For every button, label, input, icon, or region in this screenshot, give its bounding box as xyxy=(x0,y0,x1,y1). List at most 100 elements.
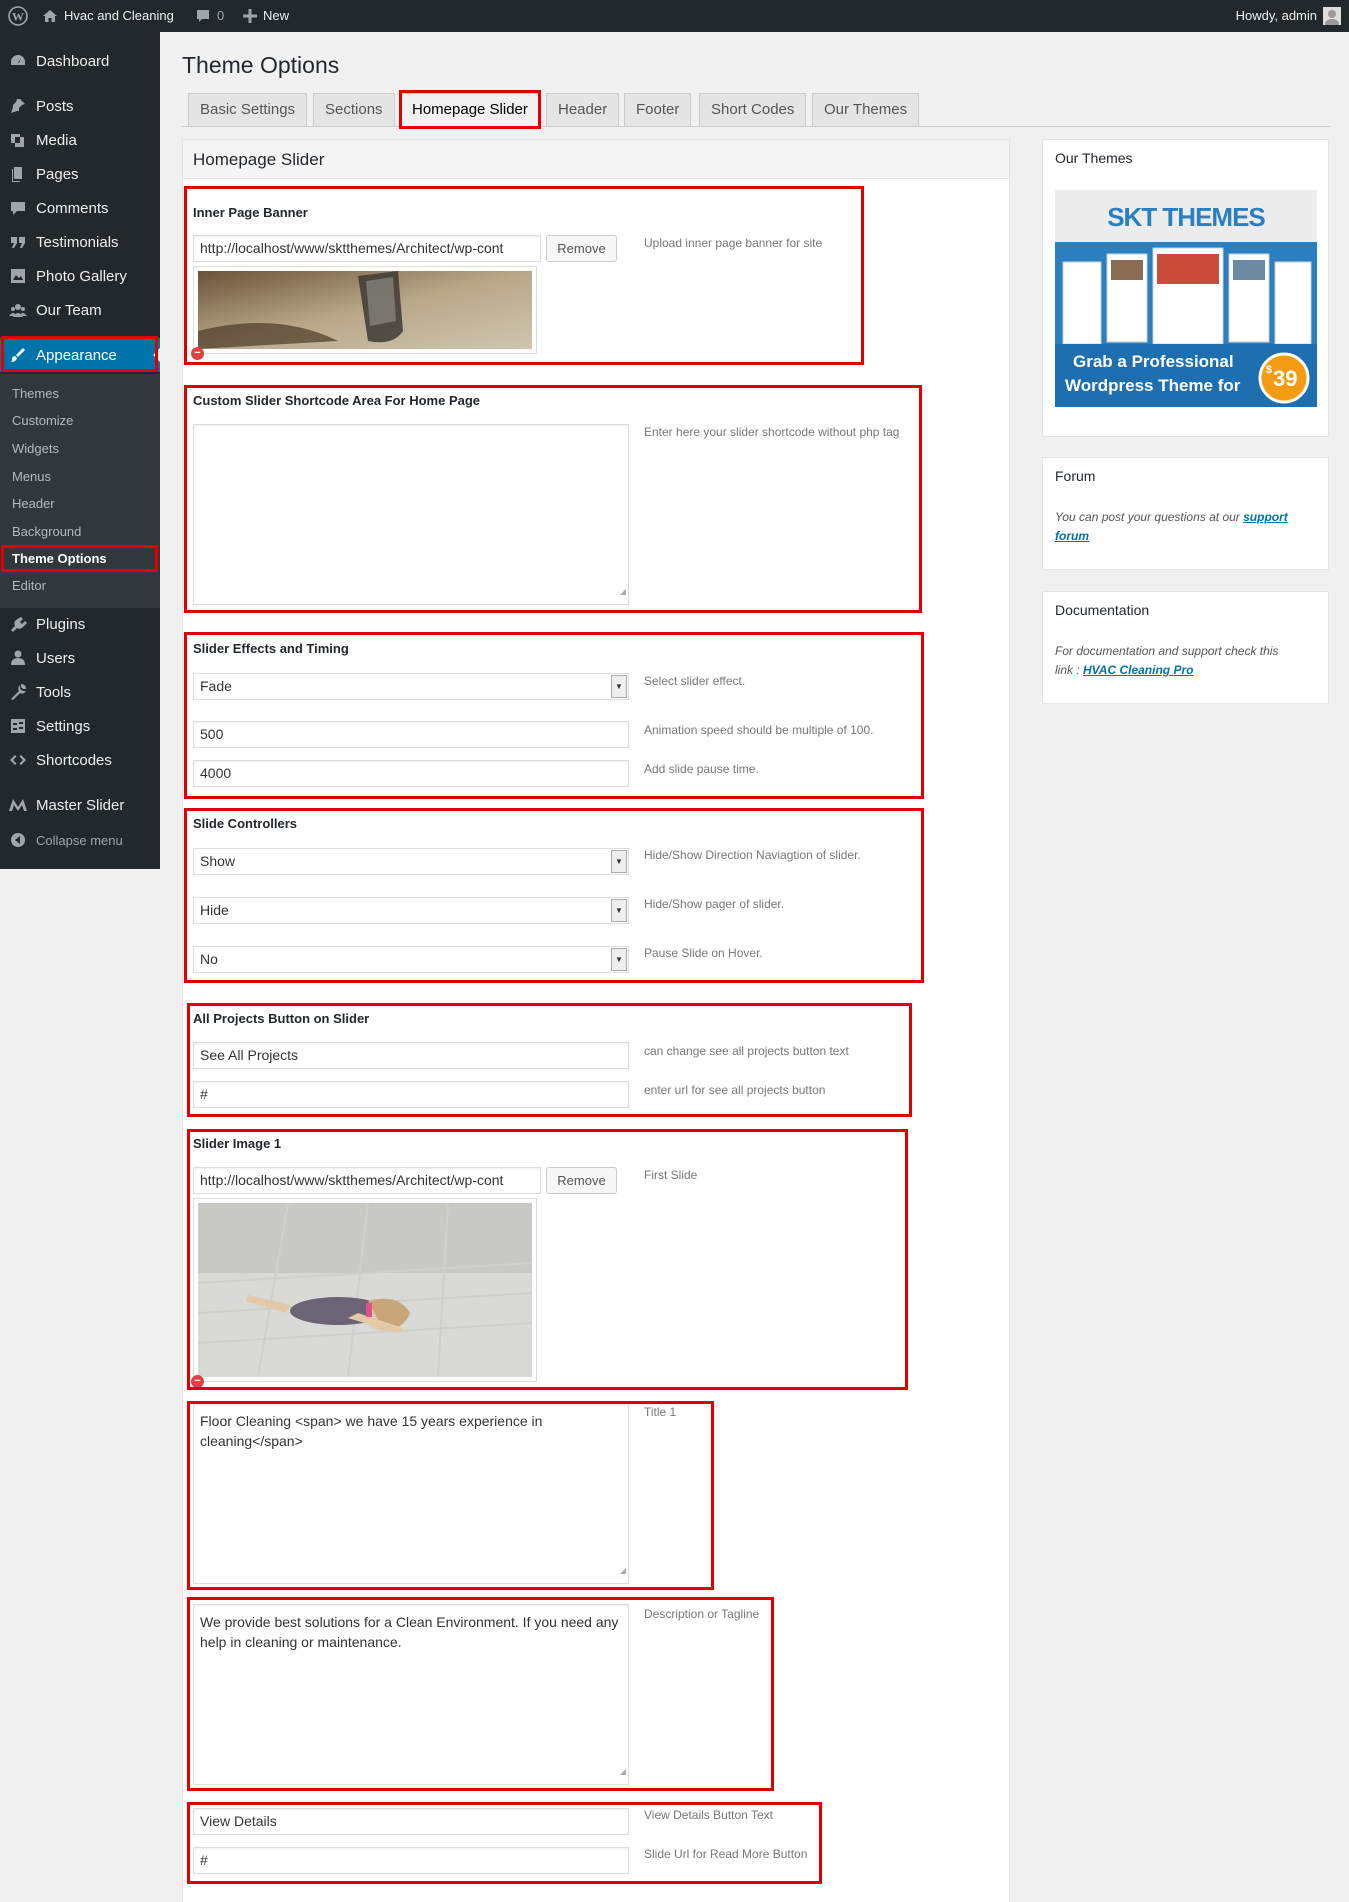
skt-themes-banner[interactable]: SKT THEMES Grab a Professional Wordpress… xyxy=(1055,190,1317,407)
sidebar-item-label: Photo Gallery xyxy=(36,267,127,285)
sidebar-item-pages[interactable]: Pages xyxy=(0,157,160,191)
direction-nav-select[interactable]: Show ▼ xyxy=(193,848,629,875)
custom-slider-textarea[interactable]: ◢ xyxy=(193,424,629,605)
animation-speed-input[interactable]: 500 xyxy=(193,721,629,748)
submenu-item-header[interactable]: Header xyxy=(12,496,55,511)
slide1-button-url-help: Slide Url for Read More Button xyxy=(644,1847,808,1861)
comment-icon xyxy=(197,10,209,22)
pause-time-input[interactable]: 4000 xyxy=(193,760,629,787)
sidebar-item-media[interactable]: Media xyxy=(0,123,160,157)
animation-speed-help: Animation speed should be multiple of 10… xyxy=(644,723,874,737)
inner-banner-url-input[interactable]: http://localhost/www/sktthemes/Architect… xyxy=(193,235,541,262)
comments-link[interactable]: 0 xyxy=(195,0,224,32)
submenu-item-theme-options[interactable]: Theme Options xyxy=(12,551,107,566)
dropdown-arrow-icon: ▼ xyxy=(611,675,627,698)
submenu-item-menus[interactable]: Menus xyxy=(12,469,51,484)
slider-effect-help: Select slider effect. xyxy=(644,674,746,688)
sidebar-item-label: Testimonials xyxy=(36,233,119,251)
sidebar-item-label: Posts xyxy=(36,97,74,115)
site-name-link[interactable]: Hvac and Cleaning xyxy=(42,0,174,32)
slider-effect-select[interactable]: Fade ▼ xyxy=(193,673,629,700)
submenu-item-editor[interactable]: Editor xyxy=(12,578,46,593)
sidebar-item-label: Pages xyxy=(36,165,79,183)
forum-text: You can post your questions at our suppo… xyxy=(1055,508,1317,546)
sidebar-item-label: Comments xyxy=(36,199,109,217)
sidebar-item-dashboard[interactable]: Dashboard xyxy=(0,44,160,78)
sidebar-item-testimonials[interactable]: Testimonials xyxy=(0,225,160,259)
current-arrow-icon xyxy=(153,348,160,362)
projects-text-input[interactable]: See All Projects xyxy=(193,1042,629,1069)
submenu-item-customize[interactable]: Customize xyxy=(12,413,73,428)
sidebar-item-plugins[interactable]: Plugins xyxy=(0,607,160,641)
admin-bar: W Hvac and Cleaning 0 New Howdy, admin xyxy=(0,0,1349,32)
master-slider-icon xyxy=(9,799,27,811)
sidebar-item-tools[interactable]: Tools xyxy=(0,675,160,709)
slide1-button-text-input[interactable]: View Details xyxy=(193,1808,629,1835)
site-name: Hvac and Cleaning xyxy=(64,8,174,23)
sidebar-item-users[interactable]: Users xyxy=(0,641,160,675)
sidebar-item-posts[interactable]: Posts xyxy=(0,89,160,123)
plus-icon xyxy=(243,9,257,23)
slide1-desc-help: Description or Tagline xyxy=(644,1607,760,1621)
home-icon xyxy=(43,10,57,22)
inner-banner-delete-icon[interactable]: − xyxy=(191,347,204,360)
forum-link[interactable]: forum xyxy=(1055,529,1089,543)
inner-banner-remove-button[interactable]: Remove xyxy=(546,235,617,262)
sidebar-item-master-slider[interactable]: Master Slider xyxy=(0,788,160,822)
slide1-url-input[interactable]: http://localhost/www/sktthemes/Architect… xyxy=(193,1167,541,1194)
dropdown-arrow-icon: ▼ xyxy=(611,850,627,873)
submenu-item-background[interactable]: Background xyxy=(12,524,81,539)
resize-grip-icon[interactable]: ◢ xyxy=(620,582,626,602)
documentation-text-line2: link : xyxy=(1055,663,1084,677)
svg-text:W: W xyxy=(12,10,24,24)
wrench-icon xyxy=(11,684,26,700)
slide1-title-textarea[interactable]: Floor Cleaning <span> we have 15 years e… xyxy=(193,1403,629,1584)
tab-sections[interactable]: Sections xyxy=(313,93,395,127)
section-title: Homepage Slider xyxy=(193,150,325,169)
dropdown-arrow-icon: ▼ xyxy=(611,899,627,922)
hvac-cleaning-pro-link[interactable]: HVAC Cleaning Pro xyxy=(1083,663,1193,677)
tab-basic-settings[interactable]: Basic Settings xyxy=(188,93,308,127)
sidebar-item-appearance[interactable]: Appearance xyxy=(0,338,160,372)
slider-effect-value: Fade xyxy=(200,678,232,694)
sidebar-item-our-team[interactable]: Our Team xyxy=(0,293,160,327)
media-icon xyxy=(11,134,24,147)
sidebar-item-comments[interactable]: Comments xyxy=(0,191,160,225)
inner-banner-help: Upload inner page banner for site xyxy=(644,236,823,250)
sidebar-item-settings[interactable]: Settings xyxy=(0,709,160,743)
tab-footer[interactable]: Footer xyxy=(624,93,692,127)
resize-grip-icon[interactable]: ◢ xyxy=(620,1561,626,1581)
slide1-image xyxy=(197,1202,533,1378)
collapse-menu-button[interactable]: Collapse menu xyxy=(0,823,160,857)
pager-select[interactable]: Hide ▼ xyxy=(193,897,629,924)
sidebar-item-photo-gallery[interactable]: Photo Gallery xyxy=(0,259,160,293)
sidebar-item-shortcodes[interactable]: Shortcodes xyxy=(0,743,160,777)
slide1-button-url-input[interactable]: # xyxy=(193,1847,629,1874)
price-tag: 39 xyxy=(1273,366,1298,391)
effects-label: Slider Effects and Timing xyxy=(193,641,349,656)
comment-icon xyxy=(11,202,25,215)
slide1-label: Slider Image 1 xyxy=(193,1136,282,1151)
support-link[interactable]: support xyxy=(1243,510,1288,524)
submenu-item-widgets[interactable]: Widgets xyxy=(12,441,59,456)
my-account-link[interactable]: Howdy, admin xyxy=(1236,0,1341,32)
wordpress-logo-icon[interactable]: W xyxy=(8,0,28,32)
resize-grip-icon[interactable]: ◢ xyxy=(620,1762,626,1782)
slide1-remove-button[interactable]: Remove xyxy=(546,1167,617,1194)
pages-icon xyxy=(12,167,22,182)
tab-short-codes[interactable]: Short Codes xyxy=(699,93,807,127)
tab-our-themes[interactable]: Our Themes xyxy=(812,93,920,127)
slide1-desc-textarea[interactable]: We provide best solutions for a Clean En… xyxy=(193,1604,629,1785)
tab-homepage-slider[interactable]: Homepage Slider xyxy=(400,93,540,127)
slide1-delete-icon[interactable]: − xyxy=(191,1375,204,1388)
inner-banner-preview xyxy=(193,266,537,354)
new-content-link[interactable]: New xyxy=(243,0,289,32)
submenu-item-themes[interactable]: Themes xyxy=(12,386,59,401)
slide1-title-value: Floor Cleaning <span> we have 15 years e… xyxy=(200,1413,543,1449)
tab-header[interactable]: Header xyxy=(546,93,620,127)
projects-url-input[interactable]: # xyxy=(193,1081,629,1108)
pause-hover-select[interactable]: No ▼ xyxy=(193,946,629,973)
pin-icon xyxy=(11,99,25,113)
sidebar-item-label: Our Team xyxy=(36,301,102,319)
options-panel-header: Homepage Slider xyxy=(182,139,1010,179)
